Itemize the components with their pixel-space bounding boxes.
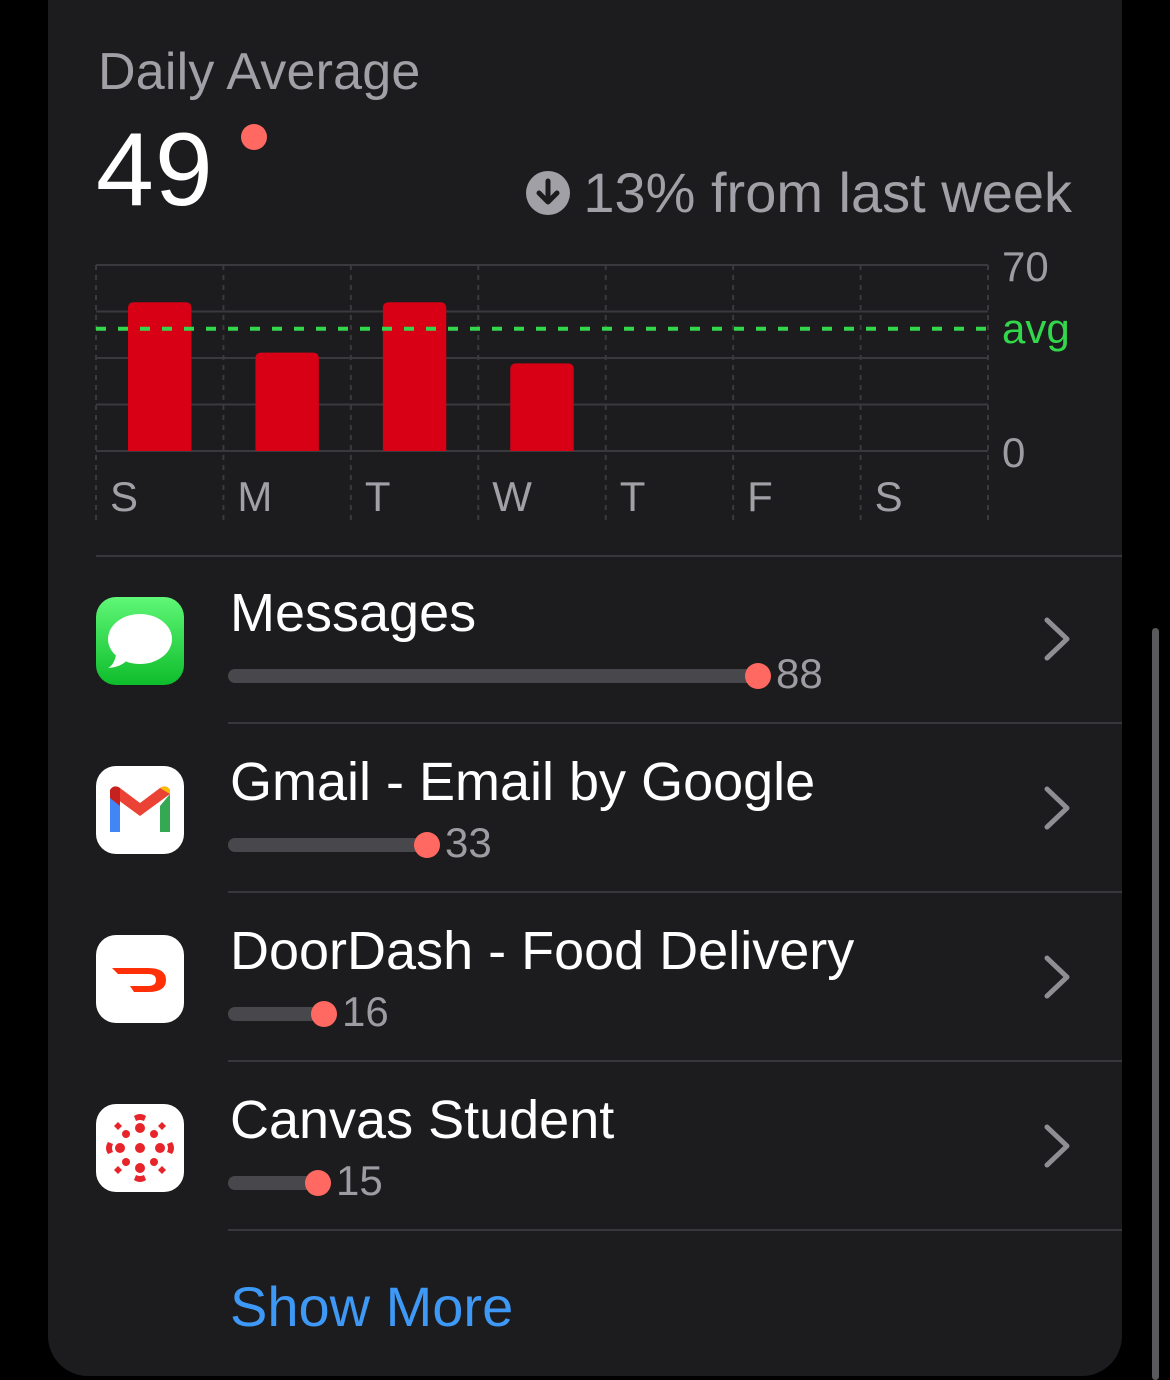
usage-dot — [745, 663, 771, 689]
app-name: Messages — [230, 583, 477, 643]
app-row[interactable]: Gmail - Email by Google 33 — [48, 725, 1122, 893]
scrollbar[interactable] — [1152, 628, 1159, 1380]
usage-bar — [228, 669, 758, 683]
chevron-right-icon — [1044, 786, 1070, 830]
weekly-change: 13% from last week — [525, 160, 1072, 225]
weekly-change-text: 13% from last week — [583, 161, 1072, 224]
app-name: Canvas Student — [230, 1090, 615, 1150]
chevron-right-icon — [1044, 1124, 1070, 1168]
card-title: Daily Average — [98, 43, 421, 101]
usage-dot — [305, 1170, 331, 1196]
usage-count: 88 — [776, 650, 823, 697]
app-row[interactable]: Messages 88 — [48, 556, 1122, 724]
usage-count: 16 — [342, 988, 389, 1035]
arrow-down-circle-icon — [526, 170, 571, 215]
row-divider — [228, 1229, 1122, 1231]
chevron-right-icon — [1044, 617, 1070, 661]
usage-bar — [228, 1007, 324, 1021]
gmail-icon — [96, 766, 184, 854]
canvas-icon — [96, 1104, 184, 1192]
notification-dot — [241, 124, 267, 150]
usage-count: 15 — [336, 1157, 383, 1204]
usage-bar — [228, 838, 427, 852]
app-row[interactable]: Canvas Student 15 — [48, 1063, 1122, 1231]
show-more-link[interactable]: Show More — [230, 1274, 513, 1339]
doordash-icon — [96, 935, 184, 1023]
app-name: DoorDash - Food Delivery — [230, 921, 855, 981]
usage-dot — [311, 1001, 337, 1027]
row-divider — [228, 891, 1122, 893]
chevron-right-icon — [1044, 955, 1070, 999]
daily-average-value: 49 — [96, 112, 214, 228]
app-name: Gmail - Email by Google — [230, 752, 816, 812]
app-row[interactable]: DoorDash - Food Delivery 16 — [48, 894, 1122, 1062]
row-divider — [228, 722, 1122, 724]
usage-dot — [414, 832, 440, 858]
messages-icon — [96, 597, 184, 685]
row-divider — [228, 1060, 1122, 1062]
usage-count: 33 — [445, 819, 492, 866]
